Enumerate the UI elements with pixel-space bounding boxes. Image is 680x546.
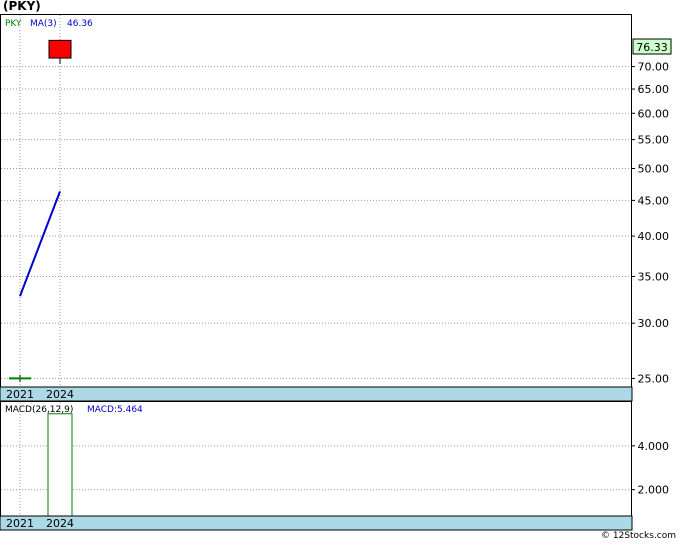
macd-panel: 2.000 4.000 MACD(26,12,9) MACD:5.464 2021… — [0, 401, 669, 531]
macd-x-axis-band — [0, 515, 633, 531]
ticker-legend: PKY — [5, 19, 22, 29]
credit-text: © 12Stocks.com — [601, 531, 676, 541]
last-price-label: 76.33 — [636, 41, 668, 54]
price-tick-label: 60.00 — [638, 107, 670, 120]
candle-body-2024 — [48, 39, 72, 59]
macd-x-label-2024: 2024 — [46, 517, 74, 530]
price-tick-label: 45.00 — [638, 194, 670, 207]
price-tick-label: 30.00 — [638, 317, 670, 330]
price-tick-label: 65.00 — [638, 83, 670, 96]
ma-legend-value: 46.36 — [67, 19, 93, 29]
macd-x-label-2021: 2021 — [6, 517, 34, 530]
macd-plot-frame — [0, 401, 632, 530]
price-tick-label: 50.00 — [638, 162, 670, 175]
price-plot-frame — [0, 14, 632, 388]
macd-tick-label: 4.000 — [638, 440, 670, 453]
price-y-ticks: 25.00 30.00 35.00 40.00 45.00 50.00 55.00 60.00… — [631, 61, 670, 385]
ma-legend-label: MA(3) — [30, 19, 57, 29]
price-tick-label: 35.00 — [638, 271, 670, 284]
macd-y-ticks: 2.000 4.000 — [631, 440, 669, 497]
price-panel: 25.00 30.00 35.00 40.00 45.00 50.00 55.00 60.00… — [0, 14, 672, 402]
price-tick-label: 55.00 — [638, 134, 670, 147]
price-tick-label: 40.00 — [638, 230, 670, 243]
price-x-label-2021: 2021 — [6, 388, 34, 401]
macd-legend-label: MACD(26,12,9) — [5, 405, 73, 415]
macd-legend-value: MACD:5.464 — [87, 405, 143, 415]
stock-chart: 25.00 30.00 35.00 40.00 45.00 50.00 55.00 60.00… — [0, 14, 672, 531]
macd-bar-2024 — [47, 413, 73, 517]
price-x-axis-band — [0, 386, 633, 402]
price-tick-label: 25.00 — [638, 372, 670, 385]
macd-tick-label: 2.000 — [638, 484, 670, 497]
price-x-label-2024: 2024 — [46, 388, 74, 401]
macd-marks — [47, 413, 73, 517]
price-tick-label: 70.00 — [638, 61, 670, 74]
